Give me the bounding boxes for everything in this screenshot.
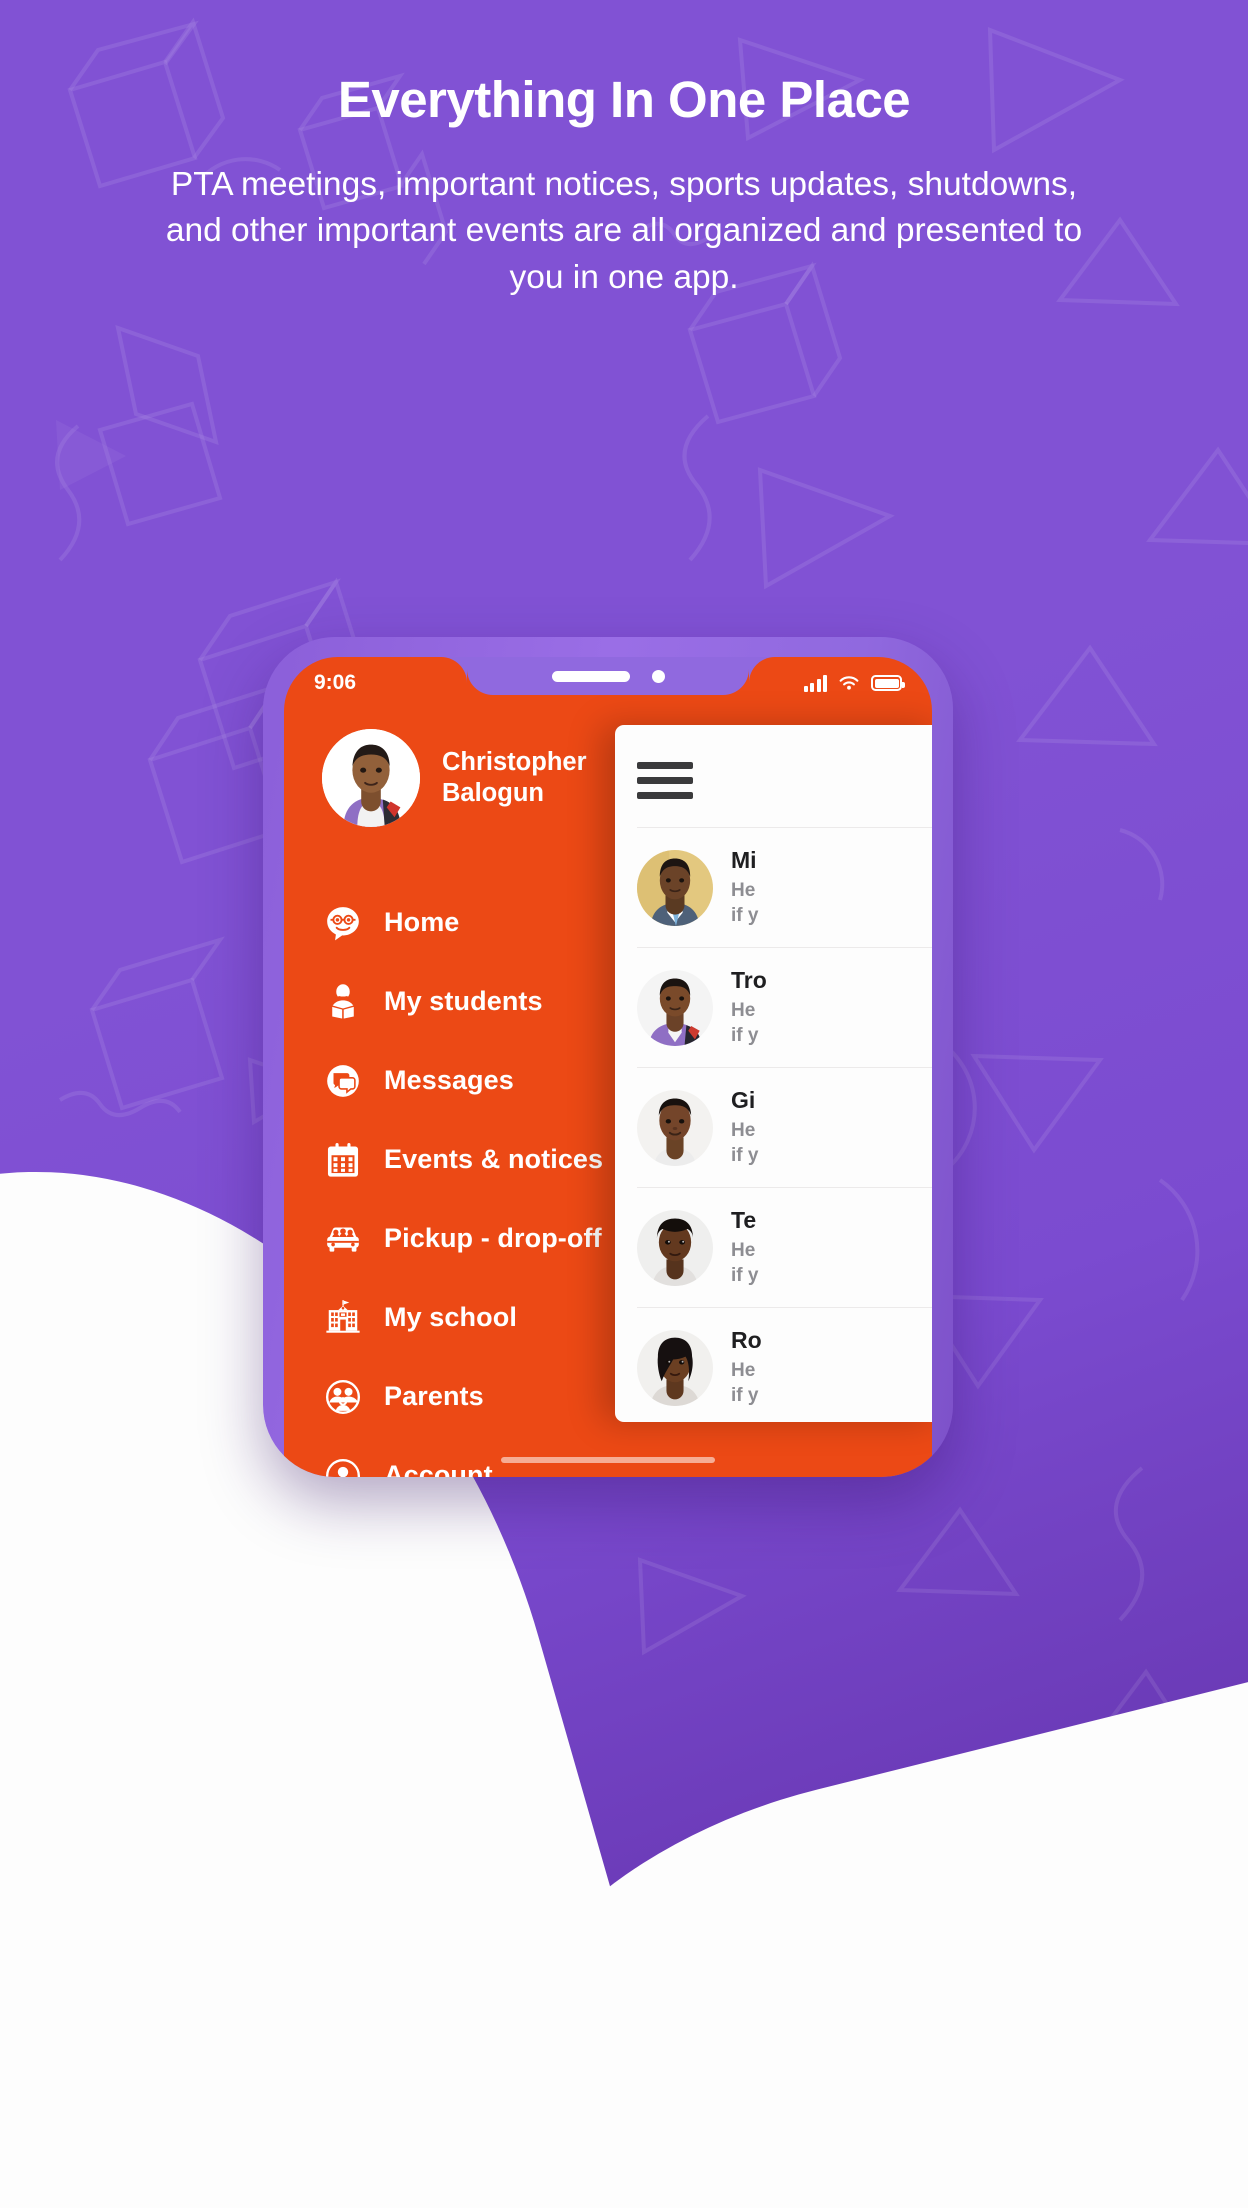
sidebar-item-label: Pickup - drop-off — [384, 1223, 602, 1253]
list-item-text: Gi He if y — [731, 1087, 758, 1168]
phone-notch — [467, 657, 749, 695]
sidebar-item-label: My school — [384, 1302, 517, 1332]
contact-avatar-3 — [637, 1089, 713, 1166]
signal-bars-icon — [803, 674, 827, 692]
list-item[interactable]: Tro He if y — [637, 947, 932, 1067]
home-face-bubble-icon — [322, 902, 364, 944]
status-bar-clock: 9:06 — [314, 671, 357, 694]
list-item-preview: He if y — [731, 1119, 759, 1166]
sidebar-item-label: Account — [384, 1460, 493, 1477]
contact-avatar-5 — [637, 1329, 713, 1406]
list-item-preview: He if y — [731, 879, 759, 926]
earpiece-speaker — [551, 670, 630, 682]
calendar-icon — [322, 1139, 364, 1181]
list-item-preview: He if y — [731, 1359, 759, 1406]
sidebar-item-label: Events & notices — [384, 1144, 604, 1174]
hamburger-menu-icon[interactable] — [637, 762, 693, 799]
notch-corner-right — [749, 657, 775, 683]
page-title: Everything In One Place — [337, 71, 911, 128]
sidebar-item-label: My students — [384, 986, 543, 1016]
message-list-panel: Mi He if y Tro He if y Gi He if y Te He … — [615, 725, 932, 1422]
list-item-text: Mi He if y — [731, 847, 758, 928]
list-item[interactable]: Mi He if y — [637, 827, 932, 947]
list-item-title: Mi — [731, 846, 757, 873]
sidebar-item-label: Parents — [384, 1381, 484, 1411]
wifi-icon — [839, 676, 859, 690]
page-subtitle: PTA meetings, important notices, sports … — [165, 166, 1083, 296]
list-item-text: Ro He if y — [731, 1327, 762, 1408]
phone-frame: 9:06 Christopher Balogun Home My student… — [263, 637, 953, 1477]
avatar — [322, 729, 420, 827]
list-item[interactable]: Ro He if y — [637, 1307, 932, 1422]
battery-full-icon — [871, 675, 905, 691]
list-item-preview: He if y — [731, 1239, 759, 1286]
school-building-icon — [322, 1297, 364, 1339]
front-camera — [651, 669, 665, 683]
user-avatar-photo — [322, 729, 420, 827]
list-item-preview: He if y — [731, 999, 759, 1046]
family-circle-icon — [322, 1376, 364, 1418]
list-item-title: Tro — [731, 966, 767, 993]
hero-section: Everything In One Place PTA meetings, im… — [0, 0, 1248, 301]
list-item[interactable]: Gi He if y — [637, 1067, 932, 1187]
home-indicator — [501, 1457, 715, 1463]
list-item-title: Te — [731, 1206, 757, 1233]
list-item-text: Te He if y — [731, 1207, 758, 1288]
contact-avatar-1 — [637, 849, 713, 926]
sidebar-item-label: Home — [384, 907, 460, 937]
phone-screen: 9:06 Christopher Balogun Home My student… — [284, 657, 932, 1477]
notch-corner-left — [441, 657, 467, 683]
user-circle-icon — [322, 1455, 364, 1477]
status-bar-icons — [803, 674, 905, 692]
phone-mockup: 9:06 Christopher Balogun Home My student… — [263, 637, 953, 1477]
car-icon — [322, 1218, 364, 1260]
list-item[interactable]: Te He if y — [637, 1187, 932, 1307]
profile-name: Christopher Balogun — [442, 747, 587, 807]
student-reading-icon — [322, 981, 364, 1023]
chat-bubbles-circle-icon — [322, 1060, 364, 1102]
sidebar-item-label: Messages — [384, 1065, 514, 1095]
contact-avatar-2 — [637, 969, 713, 1046]
list-item-text: Tro He if y — [731, 967, 767, 1048]
list-item-title: Gi — [731, 1086, 756, 1113]
list-item-title: Ro — [731, 1326, 762, 1353]
contact-avatar-4 — [637, 1209, 713, 1286]
